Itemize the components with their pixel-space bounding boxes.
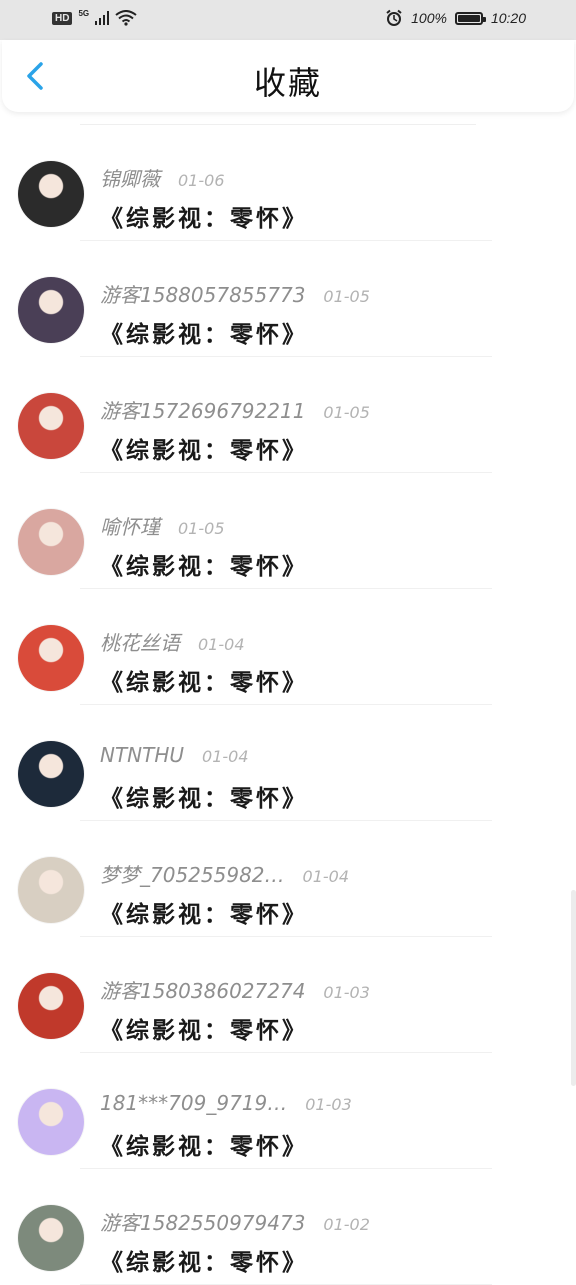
app-header: 收藏 bbox=[2, 40, 574, 112]
avatar[interactable] bbox=[18, 857, 84, 923]
status-bar-right: 100% 10:20 bbox=[385, 9, 526, 27]
date: 01-03 bbox=[305, 1095, 352, 1114]
work-title[interactable]: 《综影视：零怀》 bbox=[100, 431, 308, 465]
date: 01-05 bbox=[178, 519, 225, 538]
signal-icon bbox=[95, 11, 110, 25]
work-title[interactable]: 《综影视：零怀》 bbox=[100, 895, 308, 929]
network-type: 5G bbox=[78, 8, 90, 18]
alarm-icon bbox=[386, 9, 402, 26]
date: 01-04 bbox=[198, 635, 245, 654]
list-item[interactable]: 锦卿薇 01-06 《综影视：零怀》 bbox=[0, 125, 576, 241]
battery-percent: 100% bbox=[411, 10, 447, 26]
page-title: 收藏 bbox=[253, 64, 322, 102]
work-title[interactable]: 《综影视：零怀》 bbox=[100, 663, 308, 697]
avatar[interactable] bbox=[18, 1089, 84, 1155]
work-title[interactable]: 《综影视：零怀》 bbox=[100, 1127, 308, 1161]
username[interactable]: 游客1580386027274 bbox=[100, 975, 305, 1004]
avatar[interactable] bbox=[18, 509, 84, 575]
date: 01-04 bbox=[202, 747, 249, 766]
wifi-icon bbox=[115, 10, 137, 26]
list-item[interactable]: 梦梦_705255982… 01-04 《综影视：零怀》 bbox=[0, 821, 576, 937]
work-title[interactable]: 《综影视：零怀》 bbox=[100, 779, 308, 813]
list-item[interactable]: 游客1580386027274 01-03 《综影视：零怀》 bbox=[0, 937, 576, 1053]
list-item[interactable]: 181***709_9719… 01-03 《综影视：零怀》 bbox=[0, 1053, 576, 1169]
item-meta: 桃花丝语 01-04 bbox=[100, 627, 245, 656]
list-item[interactable]: 游客1582550979473 01-02 《综影视：零怀》 bbox=[0, 1169, 576, 1285]
avatar[interactable] bbox=[18, 393, 84, 459]
username[interactable]: 游客1572696792211 bbox=[100, 395, 305, 424]
item-meta: 梦梦_705255982… 01-04 bbox=[100, 859, 349, 888]
favorites-list: 锦卿薇 01-06 《综影视：零怀》 游客1588057855773 01-05 《综影视… bbox=[0, 112, 576, 1285]
username[interactable]: 游客1588057855773 bbox=[100, 279, 305, 308]
username[interactable]: 游客1582550979473 bbox=[100, 1207, 305, 1236]
status-bar-left: HD 5G bbox=[52, 8, 137, 26]
avatar[interactable] bbox=[18, 973, 84, 1039]
username[interactable]: 桃花丝语 bbox=[100, 627, 180, 656]
item-meta: 181***709_9719… 01-03 bbox=[100, 1091, 352, 1115]
item-meta: 喻怀瑾 01-05 bbox=[100, 511, 225, 540]
username[interactable]: NTNTHU bbox=[100, 743, 184, 767]
username[interactable]: 锦卿薇 bbox=[100, 163, 160, 192]
list-item[interactable]: 喻怀瑾 01-05 《综影视：零怀》 bbox=[0, 473, 576, 589]
clock: 10:20 bbox=[490, 10, 526, 26]
item-meta: 游客1580386027274 01-03 bbox=[100, 975, 370, 1004]
item-meta: 游客1572696792211 01-05 bbox=[100, 395, 370, 424]
date: 01-05 bbox=[323, 403, 370, 422]
date: 01-05 bbox=[323, 287, 370, 306]
list-item[interactable]: 桃花丝语 01-04 《综影视：零怀》 bbox=[0, 589, 576, 705]
username[interactable]: 181***709_9719… bbox=[100, 1091, 287, 1115]
status-bar: HD 5G 100% 10:20 bbox=[0, 0, 576, 40]
work-title[interactable]: 《综影视：零怀》 bbox=[100, 547, 308, 581]
username[interactable]: 梦梦_705255982… bbox=[100, 859, 285, 888]
battery-icon bbox=[454, 11, 486, 25]
list-item[interactable]: NTNTHU 01-04 《综影视：零怀》 bbox=[0, 705, 576, 821]
date: 01-06 bbox=[178, 171, 225, 190]
avatar[interactable] bbox=[18, 161, 84, 227]
item-meta: 游客1582550979473 01-02 bbox=[100, 1207, 370, 1236]
item-meta: 锦卿薇 01-06 bbox=[100, 163, 225, 192]
avatar[interactable] bbox=[18, 741, 84, 807]
list-item[interactable]: 游客1588057855773 01-05 《综影视：零怀》 bbox=[0, 241, 576, 357]
work-title[interactable]: 《综影视：零怀》 bbox=[100, 315, 308, 349]
date: 01-04 bbox=[302, 867, 350, 886]
item-meta: NTNTHU 01-04 bbox=[100, 743, 249, 767]
avatar[interactable] bbox=[18, 1205, 84, 1271]
list-item[interactable]: 游客1572696792211 01-05 《综影视：零怀》 bbox=[0, 357, 576, 473]
item-meta: 游客1588057855773 01-05 bbox=[100, 279, 370, 308]
work-title[interactable]: 《综影视：零怀》 bbox=[100, 1243, 308, 1277]
hd-badge: HD bbox=[52, 11, 73, 25]
avatar[interactable] bbox=[18, 625, 84, 691]
work-title[interactable]: 《综影视：零怀》 bbox=[100, 1011, 308, 1045]
date: 01-02 bbox=[323, 1215, 370, 1234]
avatar[interactable] bbox=[18, 277, 84, 343]
scrollbar[interactable] bbox=[571, 890, 576, 1086]
work-title[interactable]: 《综影视：零怀》 bbox=[100, 199, 308, 233]
date: 01-03 bbox=[323, 983, 370, 1002]
username[interactable]: 喻怀瑾 bbox=[100, 511, 160, 540]
